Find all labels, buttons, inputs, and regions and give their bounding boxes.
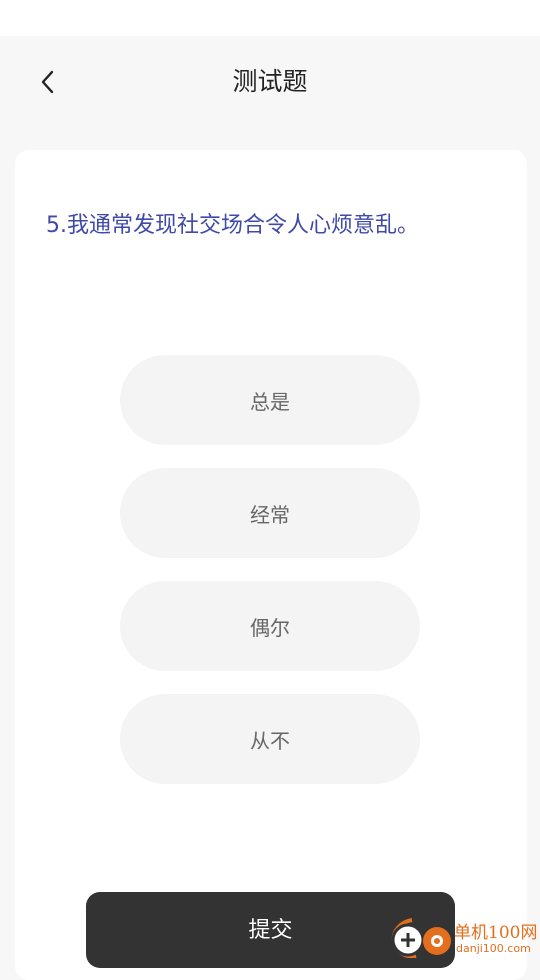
header: 测试题 (0, 36, 540, 128)
watermark-name: 单机100网 (454, 923, 538, 943)
question-card: 5.我通常发现社交场合令人心烦意乱。 总是 经常 偶尔 从不 (15, 150, 527, 980)
option-sometimes[interactable]: 偶尔 (120, 581, 420, 671)
option-always[interactable]: 总是 (120, 355, 420, 445)
option-often[interactable]: 经常 (120, 468, 420, 558)
status-bar (0, 0, 540, 36)
watermark-domain: danji100.com (456, 942, 531, 955)
chevron-left-icon (41, 70, 54, 94)
watermark: 单机100网 danji100.com (390, 912, 540, 960)
back-button[interactable] (28, 62, 68, 102)
question-text: 5.我通常发现社交场合令人心烦意乱。 (46, 213, 419, 238)
watermark-logo-icon (391, 918, 451, 958)
page-title: 测试题 (232, 67, 308, 96)
option-never[interactable]: 从不 (120, 694, 420, 784)
